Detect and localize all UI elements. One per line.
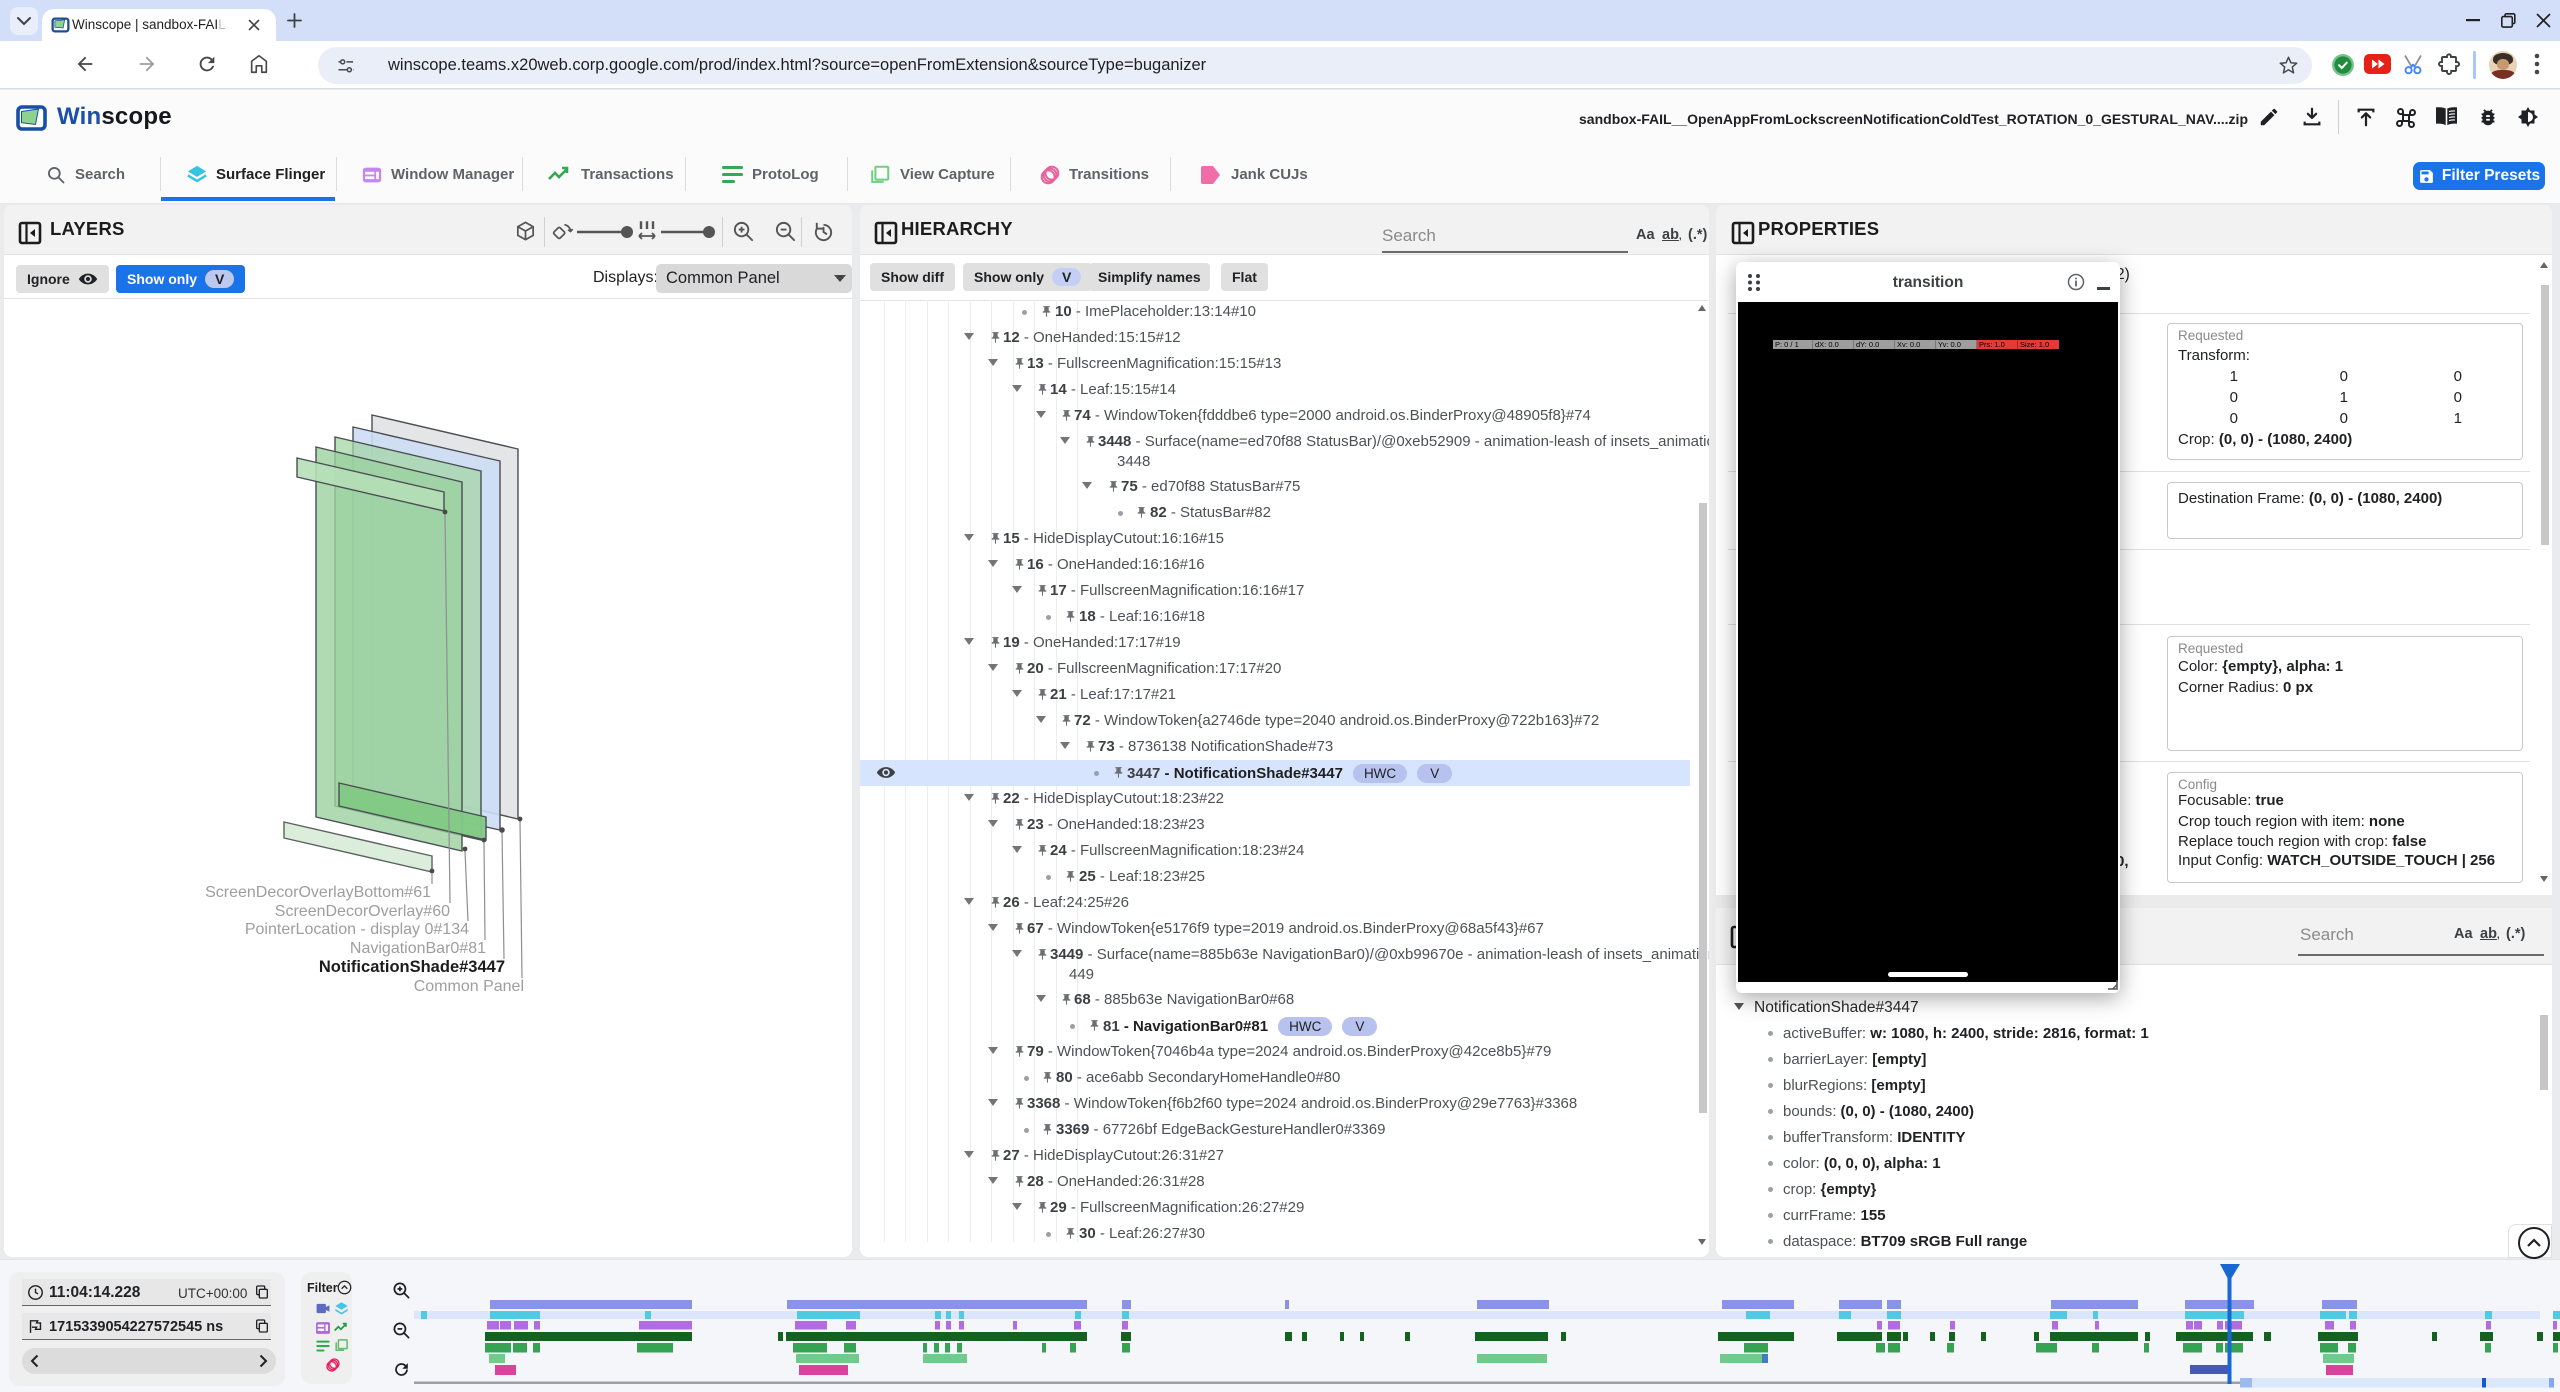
svg-text:NotificationShade#3447: NotificationShade#3447: [319, 958, 505, 976]
svg-text:Common Panel: Common Panel: [414, 978, 524, 995]
svg-text:PointerLocation - display 0#13: PointerLocation - display 0#134: [245, 921, 469, 938]
svg-text:ScreenDecorOverlay#60: ScreenDecorOverlay#60: [275, 903, 450, 920]
svg-text:ScreenDecorOverlayBottom#61: ScreenDecorOverlayBottom#61: [205, 884, 431, 901]
svg-text:NavigationBar0#81: NavigationBar0#81: [350, 940, 486, 957]
